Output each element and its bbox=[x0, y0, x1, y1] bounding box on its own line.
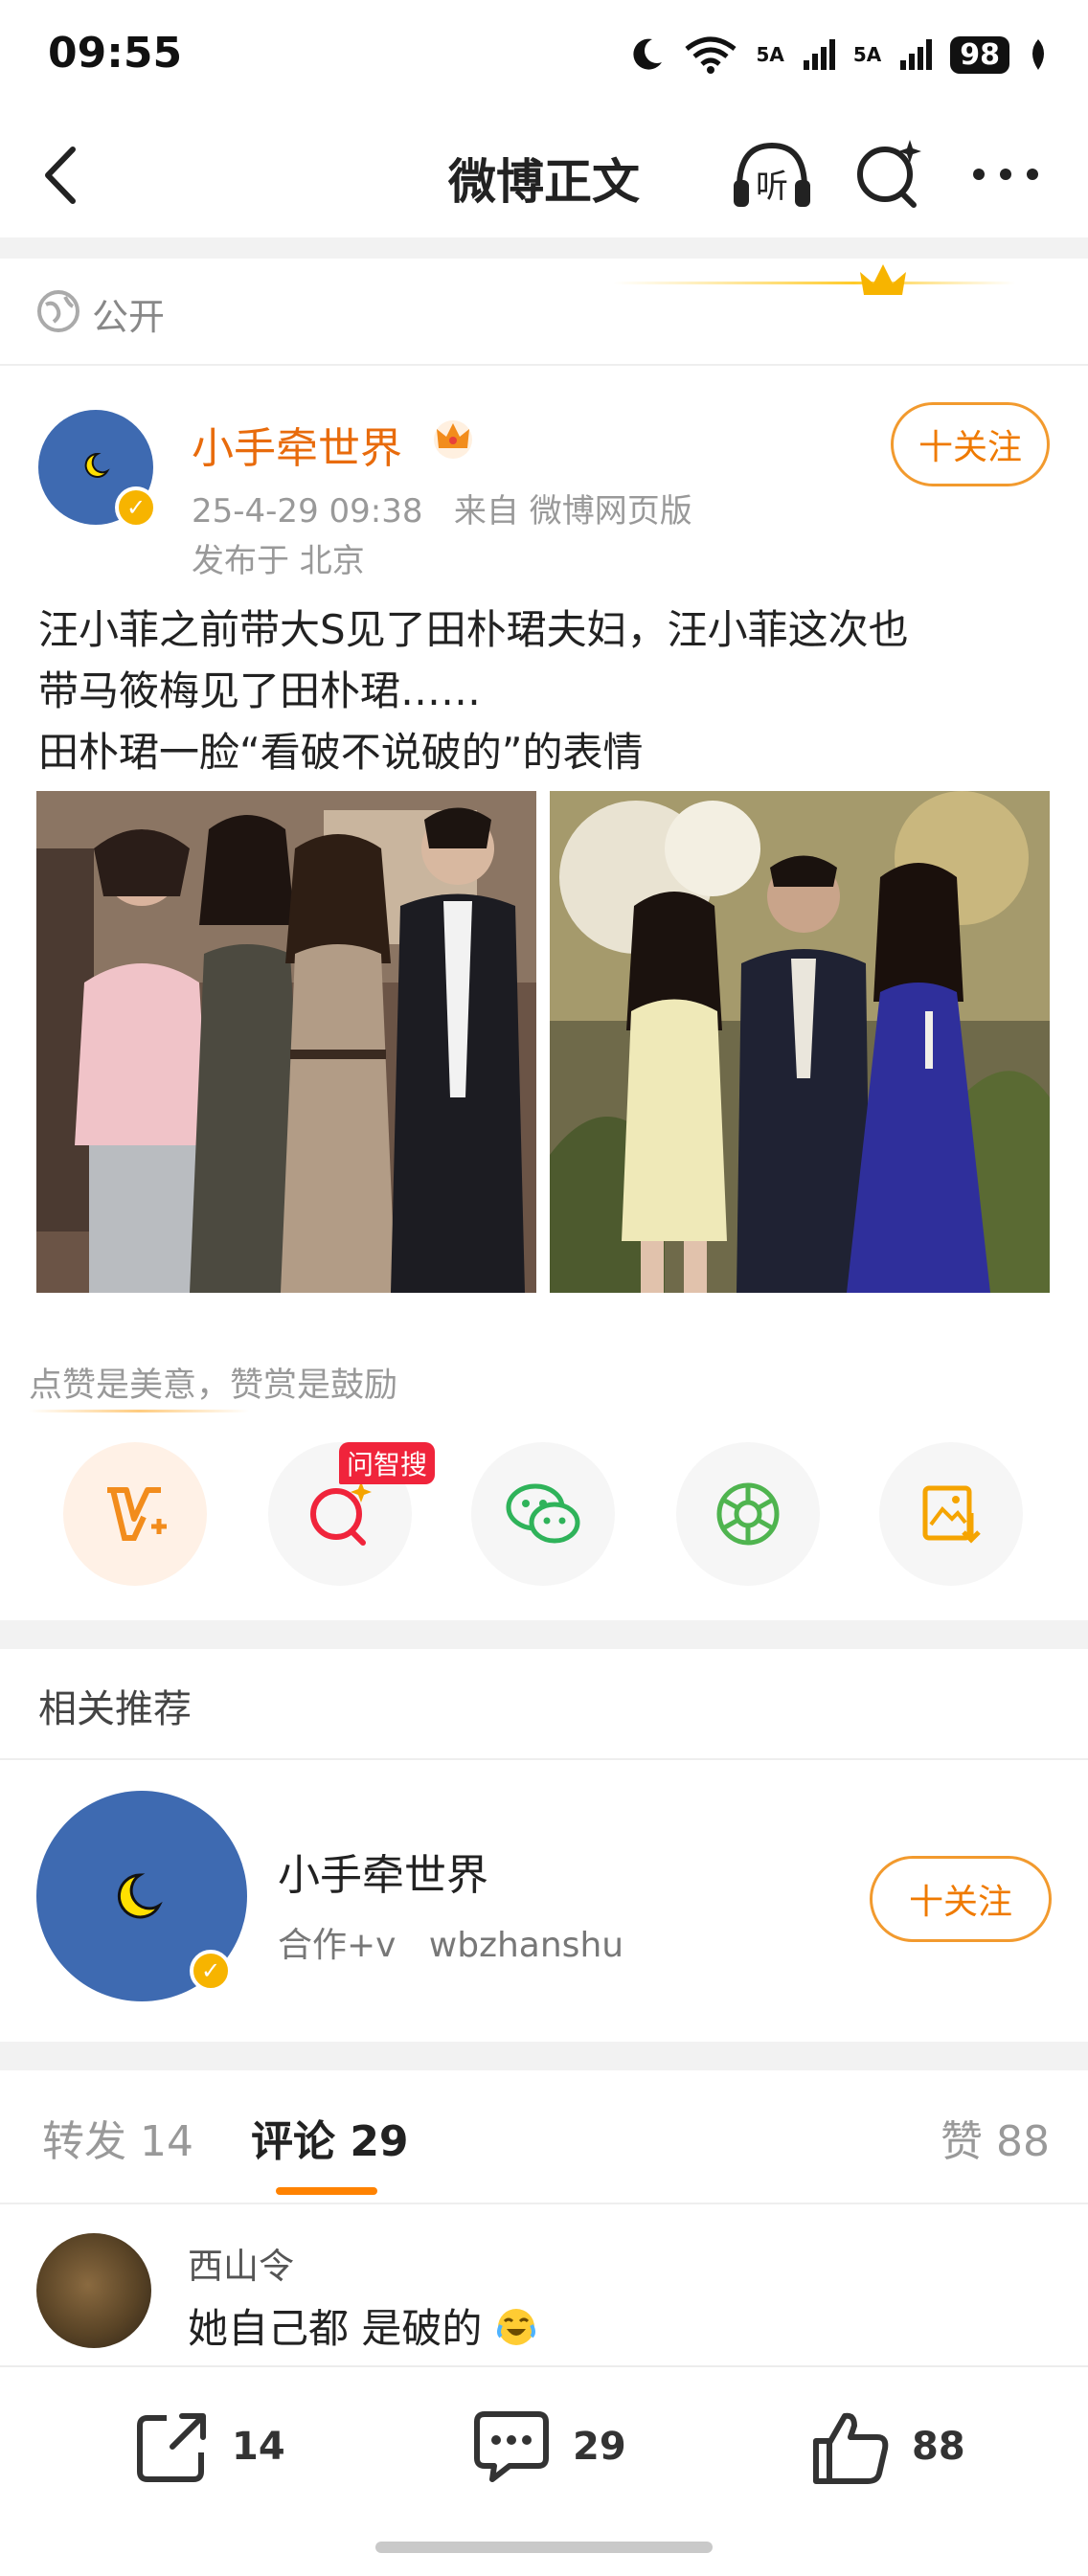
home-indicator[interactable] bbox=[375, 2542, 713, 2553]
wechat-icon bbox=[506, 1483, 580, 1544]
tab-indicator bbox=[276, 2187, 377, 2195]
leaf-icon bbox=[1032, 39, 1044, 70]
battery-level: 98 bbox=[950, 35, 1009, 74]
save-image-button[interactable] bbox=[879, 1442, 1023, 1586]
tab-repost[interactable]: 转发 14 bbox=[42, 2107, 193, 2168]
crown-badge-icon bbox=[434, 420, 472, 459]
photo-2-image bbox=[550, 791, 1050, 1293]
post-location: 发布于 北京 bbox=[192, 542, 365, 580]
more-dots-icon bbox=[973, 169, 1038, 180]
comment-text-body: 她自己都 是破的 bbox=[188, 2305, 483, 2352]
moments-icon bbox=[716, 1482, 780, 1546]
section-gap bbox=[0, 237, 1088, 259]
comment-text: 她自己都 是破的 bbox=[188, 2296, 537, 2355]
moments-share-button[interactable] bbox=[676, 1442, 820, 1586]
ai-search-icon bbox=[310, 1481, 372, 1546]
moon-icon bbox=[633, 38, 663, 70]
author-avatar[interactable]: ✓ bbox=[38, 410, 157, 529]
share-icon bbox=[137, 2413, 206, 2482]
photo-1-image bbox=[36, 791, 536, 1293]
post-text-line-2: 带马筱梅见了田朴珺…… bbox=[38, 667, 482, 714]
post-text-line-3: 田朴珺一脸“看破不说破的”的表情 bbox=[38, 729, 644, 776]
image-download-icon bbox=[922, 1485, 981, 1544]
reward-button[interactable] bbox=[63, 1442, 207, 1586]
post-text-line-1: 汪小菲之前带大S见了田朴珺夫妇，汪小菲这次也 bbox=[38, 606, 909, 653]
verified-badge-icon: ✓ bbox=[115, 486, 157, 529]
related-desc: 合作+v wbzhanshu bbox=[278, 1926, 624, 1965]
headphones-icon: 听 bbox=[734, 142, 810, 207]
comment-button[interactable]: 29 bbox=[471, 2404, 626, 2490]
laugh-cry-emoji-icon bbox=[496, 2309, 535, 2345]
status-icons: 5A 5A 98 bbox=[627, 31, 1050, 79]
more-button[interactable] bbox=[967, 144, 1044, 205]
like-button[interactable]: 88 bbox=[810, 2404, 965, 2490]
search-sparkle-icon bbox=[857, 140, 921, 208]
tab-like[interactable]: 赞 88 bbox=[941, 2107, 1050, 2168]
repost-count: 14 bbox=[232, 2425, 285, 2469]
post-photo-1[interactable] bbox=[36, 791, 536, 1293]
author-name[interactable]: 小手牵世界 bbox=[192, 414, 402, 475]
post-text: 汪小菲之前带大S见了田朴珺夫妇，汪小菲这次也 带马筱梅见了田朴珺…… 田朴珺一脸… bbox=[38, 599, 1054, 783]
ai-search-badge: 问智搜 bbox=[339, 1442, 436, 1484]
related-title: 相关推荐 bbox=[38, 1687, 192, 1731]
section-gap-2 bbox=[0, 1620, 1088, 1649]
follow-button[interactable]: 十关注 bbox=[891, 402, 1050, 486]
post-photo-2[interactable] bbox=[550, 791, 1050, 1293]
listen-button[interactable]: 听 bbox=[726, 134, 818, 215]
like-count: 88 bbox=[912, 2425, 965, 2469]
v-plus-icon bbox=[107, 1487, 167, 1541]
related-name[interactable]: 小手牵世界 bbox=[278, 1841, 488, 1902]
repost-button[interactable]: 14 bbox=[134, 2404, 285, 2490]
listen-label: 听 bbox=[756, 168, 788, 206]
related-divider bbox=[0, 1758, 1088, 1760]
comment-user[interactable]: 西山令 bbox=[188, 2237, 294, 2289]
related-follow-button[interactable]: 十关注 bbox=[870, 1856, 1052, 1942]
tab-comment[interactable]: 评论 29 bbox=[251, 2107, 409, 2168]
comment-icon bbox=[474, 2411, 549, 2482]
reward-text: 点赞是美意，赞赏是鼓励 bbox=[29, 1367, 398, 1405]
thumbs-up-icon bbox=[813, 2412, 889, 2484]
reward-underline bbox=[29, 1410, 249, 1412]
globe-icon bbox=[37, 290, 79, 332]
status-time: 09:55 bbox=[48, 29, 183, 78]
verified-badge-icon: ✓ bbox=[190, 1950, 232, 1992]
signal-icon-2 bbox=[900, 39, 933, 70]
comment-row bbox=[0, 2204, 1088, 2365]
visibility-label: 公开 bbox=[92, 296, 166, 338]
comment-count: 29 bbox=[573, 2425, 626, 2469]
comment-avatar[interactable] bbox=[36, 2233, 151, 2348]
wifi-icon bbox=[685, 36, 737, 74]
network-label-2: 5A bbox=[852, 43, 882, 66]
ai-search-button[interactable] bbox=[850, 134, 927, 215]
signal-icon bbox=[803, 39, 835, 70]
network-label-1: 5A bbox=[756, 43, 784, 66]
section-gap-3 bbox=[0, 2042, 1088, 2070]
related-avatar[interactable]: ✓ bbox=[36, 1791, 247, 2001]
wechat-share-button[interactable] bbox=[471, 1442, 615, 1586]
post-meta: 25-4-29 09:38 来自 微博网页版 bbox=[192, 492, 692, 531]
crown-decoration-icon bbox=[613, 264, 1015, 295]
